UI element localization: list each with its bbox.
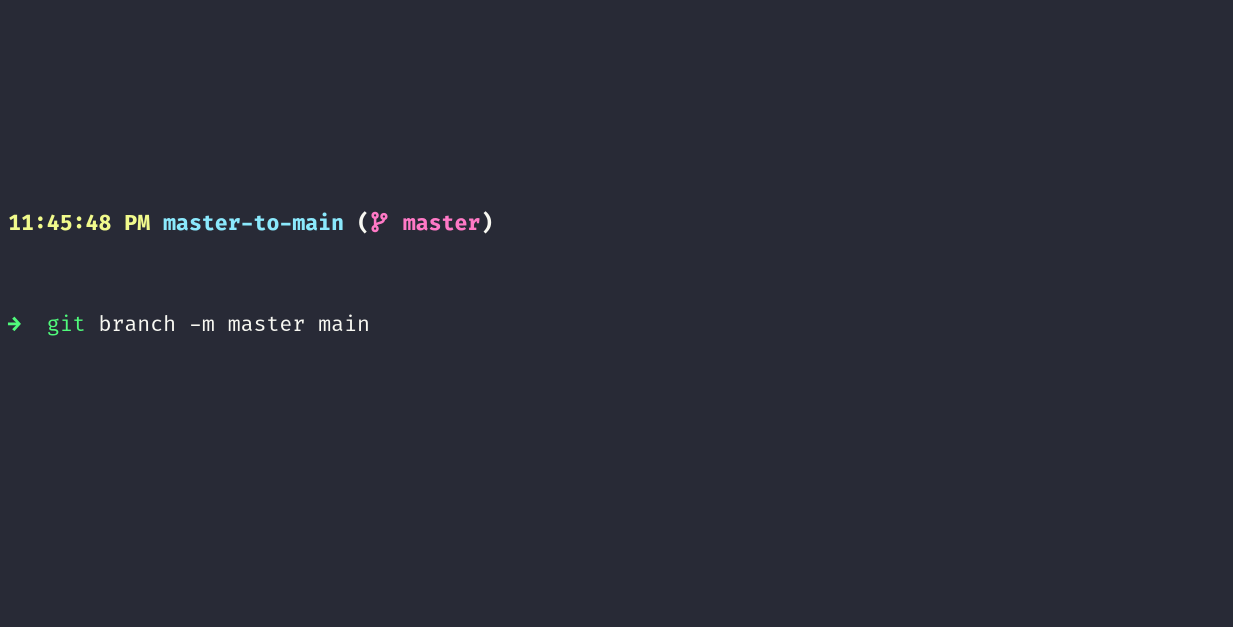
paren-open: ( bbox=[357, 212, 370, 237]
prompt-arrow: → bbox=[8, 313, 21, 338]
command-args: branch -m master main bbox=[99, 313, 370, 338]
spacer bbox=[8, 505, 1225, 537]
directory: master-to-main bbox=[163, 212, 344, 237]
command-line[interactable]: → git branch -m master main bbox=[8, 310, 1225, 343]
branch-name: master bbox=[403, 212, 481, 237]
prompt-block: 11:45:48 PM master-to-main ( master) → g… bbox=[8, 144, 1225, 407]
timestamp: 11:45:48 PM bbox=[8, 212, 150, 237]
prompt-line: 11:45:48 PM master-to-main ( master) bbox=[8, 209, 1225, 245]
command: git bbox=[47, 313, 86, 338]
paren-close: ) bbox=[480, 212, 493, 237]
terminal[interactable]: 11:45:48 PM master-to-main ( master) → g… bbox=[0, 0, 1233, 627]
git-branch-icon bbox=[370, 211, 389, 245]
